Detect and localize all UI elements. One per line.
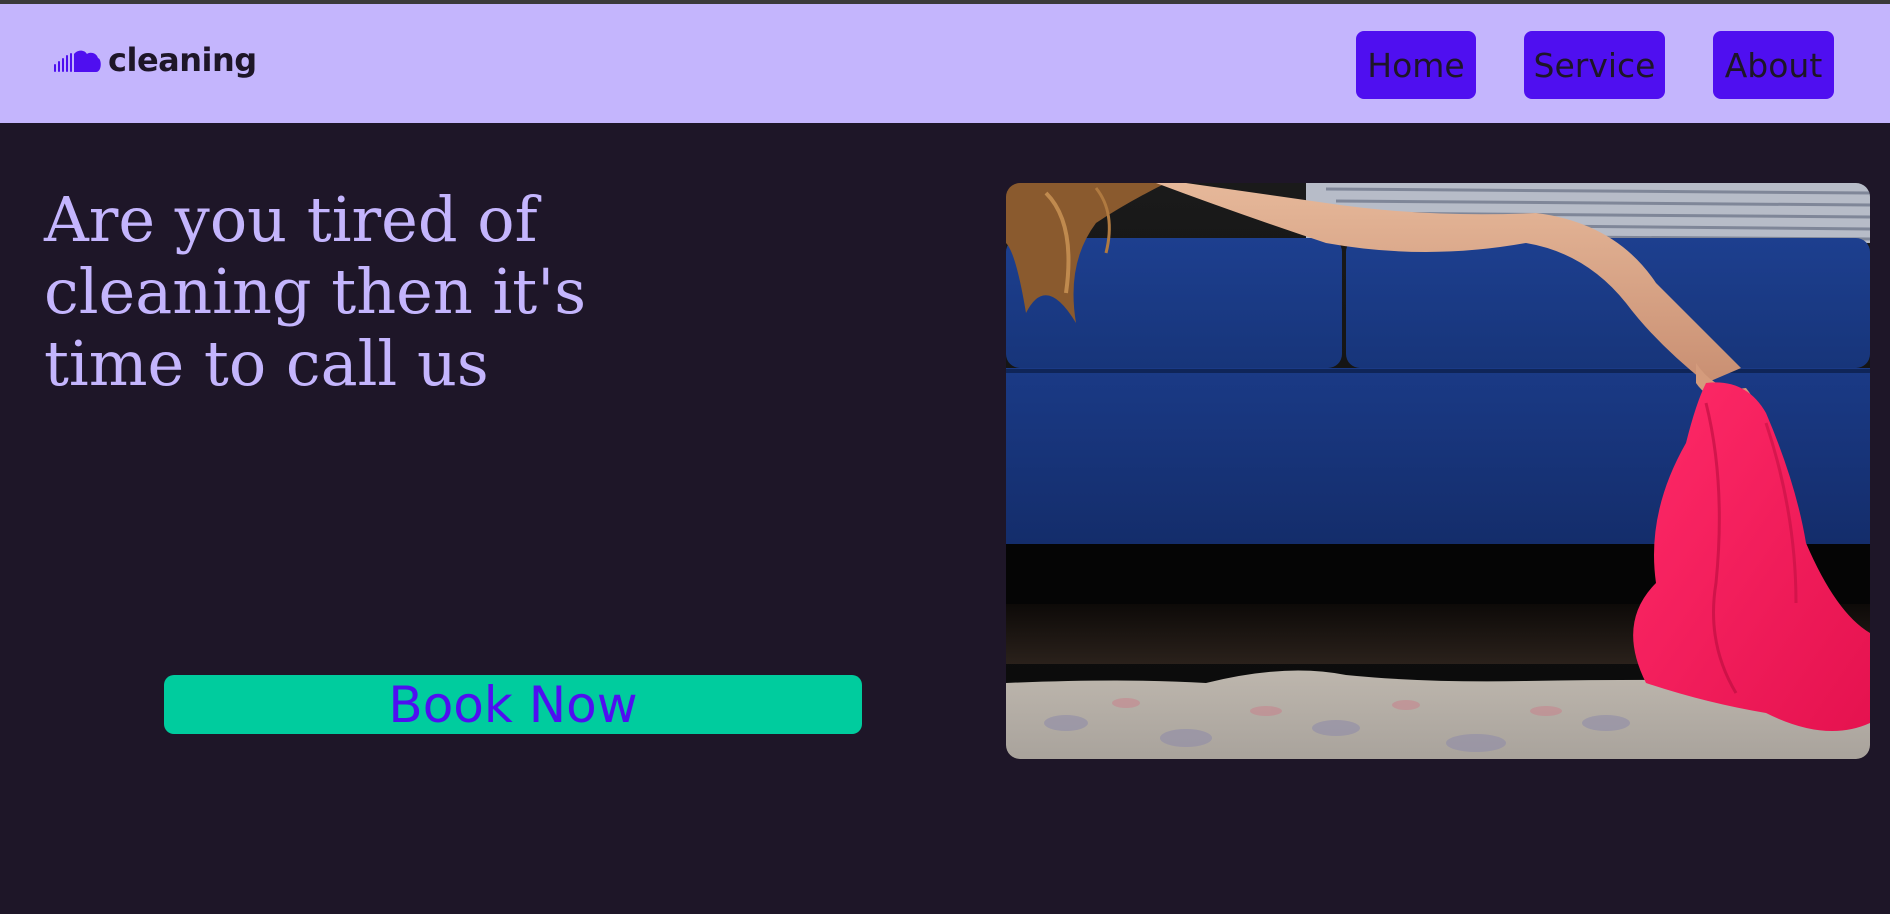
- nav-about-button[interactable]: About: [1713, 31, 1834, 99]
- brand-logo[interactable]: cleaning: [54, 34, 257, 84]
- cloud-icon: [54, 46, 108, 84]
- hero-headline: Are you tired of cleaning then it's time…: [44, 183, 587, 400]
- navbar: cleaning Home Service About: [0, 4, 1890, 123]
- nav-home-button[interactable]: Home: [1356, 31, 1476, 99]
- hero-image: [1006, 183, 1870, 759]
- hero-image-illustration: [1006, 183, 1870, 759]
- book-now-button[interactable]: Book Now: [164, 675, 862, 734]
- brand-name: cleaning: [108, 41, 257, 79]
- nav-service-button[interactable]: Service: [1524, 31, 1665, 99]
